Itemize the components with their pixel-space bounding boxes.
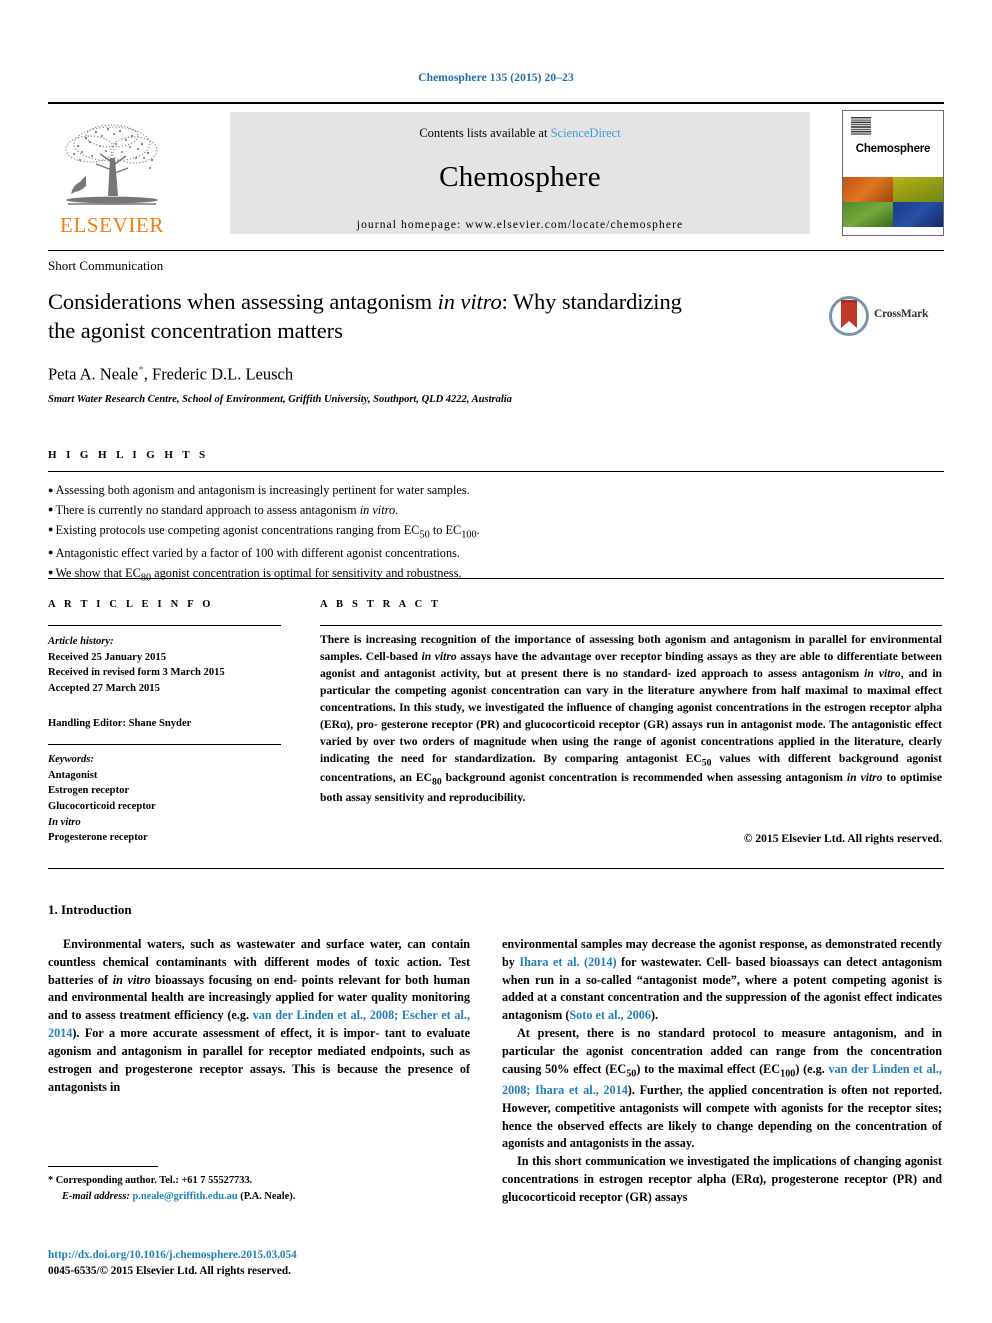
contents-available-text: Contents lists available at <box>419 126 548 140</box>
doi-link[interactable]: http://dx.doi.org/10.1016/j.chemosphere.… <box>48 1249 297 1261</box>
crossmark-label: CrossMark <box>874 308 929 320</box>
footnote-divider <box>48 1166 158 1167</box>
cover-tile-blue-leaf <box>893 202 943 227</box>
article-top-divider <box>48 250 944 251</box>
bullet-icon: ● <box>48 504 54 515</box>
cover-journal-title: Chemosphere <box>855 143 931 155</box>
paragraph: In this short communication we investiga… <box>502 1154 942 1204</box>
bullet-icon: ● <box>48 484 54 495</box>
author-list: Peta A. Neale*, Frederic D.L. Leusch <box>48 364 293 385</box>
email-author-suffix: (P.A. Neale). <box>240 1190 296 1202</box>
article-info-heading: A R T I C L E I N F O <box>48 599 214 610</box>
keyword-item: Glucocorticoid receptor <box>48 801 156 813</box>
article-title-part3: the agonist concentration matters <box>48 317 343 343</box>
article-history-label: Article history: <box>48 636 114 647</box>
article-received: Received 25 January 2015 <box>48 651 166 663</box>
keywords-block: Keywords: Antagonist Estrogen receptor G… <box>48 752 288 846</box>
citation-link[interactable]: Ihara et al. (2014) <box>519 955 616 969</box>
bullet-icon: ● <box>48 547 54 558</box>
cover-bottom-strip <box>843 227 943 235</box>
bullet-icon: ● <box>48 524 54 535</box>
highlight-item: ● Assessing both agonism and antagonism i… <box>48 483 470 497</box>
highlights-bottom-divider <box>48 578 944 579</box>
author-neale: Peta A. Neale <box>48 364 139 384</box>
body-column-right: environmental samples may decrease the a… <box>502 936 942 1207</box>
highlight-item: ● There is currently no standard approach… <box>48 502 399 517</box>
crossmark-icon <box>829 296 869 336</box>
keywords-label: Keywords: <box>48 754 94 765</box>
keyword-item: In vitro <box>48 816 81 828</box>
article-accepted: Accepted 27 March 2015 <box>48 683 160 695</box>
author-affiliation: Smart Water Research Centre, School of E… <box>48 394 512 405</box>
author-leusch: , Frederic D.L. Leusch <box>143 364 294 384</box>
elsevier-logo: ELSEVIER <box>48 110 176 236</box>
barcode-icon <box>850 116 872 136</box>
article-title-part1: Considerations when assessing antagonism <box>48 289 438 314</box>
sciencedirect-link[interactable]: ScienceDirect <box>551 126 621 140</box>
highlights-heading: H I G H L I G H T S <box>48 449 209 461</box>
cover-tile-green-leaf <box>843 202 893 227</box>
citation-link[interactable]: van der Linden et al., 2008; Escher et a… <box>48 1008 470 1040</box>
author-email-link[interactable]: p.neale@griffith.edu.au <box>132 1191 237 1202</box>
article-title: Considerations when assessing antagonism… <box>48 288 818 346</box>
email-label: E-mail address: <box>62 1190 130 1202</box>
article-title-part2: : Why standardizing <box>501 289 682 314</box>
citation-link[interactable]: van der Linden et al., 2008; Ihara et al… <box>502 1062 942 1097</box>
highlight-item: ● Existing protocols use competing agonis… <box>48 522 480 541</box>
email-note: E-mail address: p.neale@griffith.edu.au … <box>48 1189 478 1205</box>
article-revised: Received in revised form 3 March 2015 <box>48 667 225 679</box>
sciencedirect-banner: Contents lists available at ScienceDirec… <box>230 112 810 234</box>
highlight-item: ● Antagonistic effect varied by a factor … <box>48 545 460 560</box>
cover-top-panel: Chemosphere <box>843 111 943 177</box>
highlights-list: ● Assessing both agonism and antagonism i… <box>48 481 748 587</box>
citation-link[interactable]: Soto et al., 2006 <box>569 1008 651 1022</box>
body-column-left: Environmental waters, such as wastewater… <box>48 936 470 1096</box>
abstract-text: There is increasing recognition of the i… <box>320 633 942 804</box>
abstract-heading: A B S T R A C T <box>320 599 442 610</box>
cover-tile-yellow-leaf <box>893 177 943 202</box>
elsevier-tree-icon <box>65 124 158 205</box>
keyword-item: Progesterone receptor <box>48 832 148 844</box>
abstract-bottom-divider <box>48 868 944 869</box>
info-divider <box>48 625 281 626</box>
journal-homepage[interactable]: journal homepage: www.elsevier.com/locat… <box>230 219 810 231</box>
abstract-copyright: © 2015 Elsevier Ltd. All rights reserved… <box>743 832 942 845</box>
corresponding-author-note: * Corresponding author. Tel.: +61 7 5552… <box>48 1175 253 1186</box>
handling-editor: Handling Editor: Shane Snyder <box>48 718 192 729</box>
journal-masthead: ELSEVIER Contents lists available at Sci… <box>48 102 944 236</box>
journal-cover-thumbnail[interactable]: Chemosphere <box>842 110 944 236</box>
abstract-divider <box>320 625 942 626</box>
paragraph: Environmental waters, such as wastewater… <box>48 937 471 1094</box>
contents-available-line: Contents lists available at ScienceDirec… <box>230 112 810 141</box>
keyword-item: Estrogen receptor <box>48 785 130 797</box>
article-history: Article history: Received 25 January 201… <box>48 634 288 697</box>
cover-tile-orange-leaf <box>843 177 893 202</box>
keyword-item: Antagonist <box>48 769 98 781</box>
elsevier-wordmark: ELSEVIER <box>60 213 164 237</box>
paragraph: At present, there is no standard protoco… <box>502 1026 943 1151</box>
highlight-item: ● We show that EC80 agonist concentration… <box>48 565 462 584</box>
article-title-italic: in vitro <box>437 289 502 314</box>
highlights-top-divider <box>48 471 944 472</box>
bullet-icon: ● <box>48 567 54 578</box>
journal-article-page: Chemosphere 135 (2015) 20–23 ELSEVIER Co… <box>0 0 992 1323</box>
issn-copyright: 0045-6535/© 2015 Elsevier Ltd. All right… <box>48 1265 291 1277</box>
footnote-block: * Corresponding author. Tel.: +61 7 5552… <box>48 1173 478 1204</box>
crossmark-badge[interactable]: CrossMark <box>828 295 936 339</box>
running-head: Chemosphere 135 (2015) 20–23 <box>418 72 574 84</box>
cover-image-grid <box>843 177 943 227</box>
journal-title: Chemosphere <box>439 161 601 193</box>
article-type: Short Communication <box>48 258 164 273</box>
keywords-divider <box>48 744 281 745</box>
paragraph: environmental samples may decrease the a… <box>502 937 943 1023</box>
section-heading-introduction: 1. Introduction <box>48 902 132 917</box>
